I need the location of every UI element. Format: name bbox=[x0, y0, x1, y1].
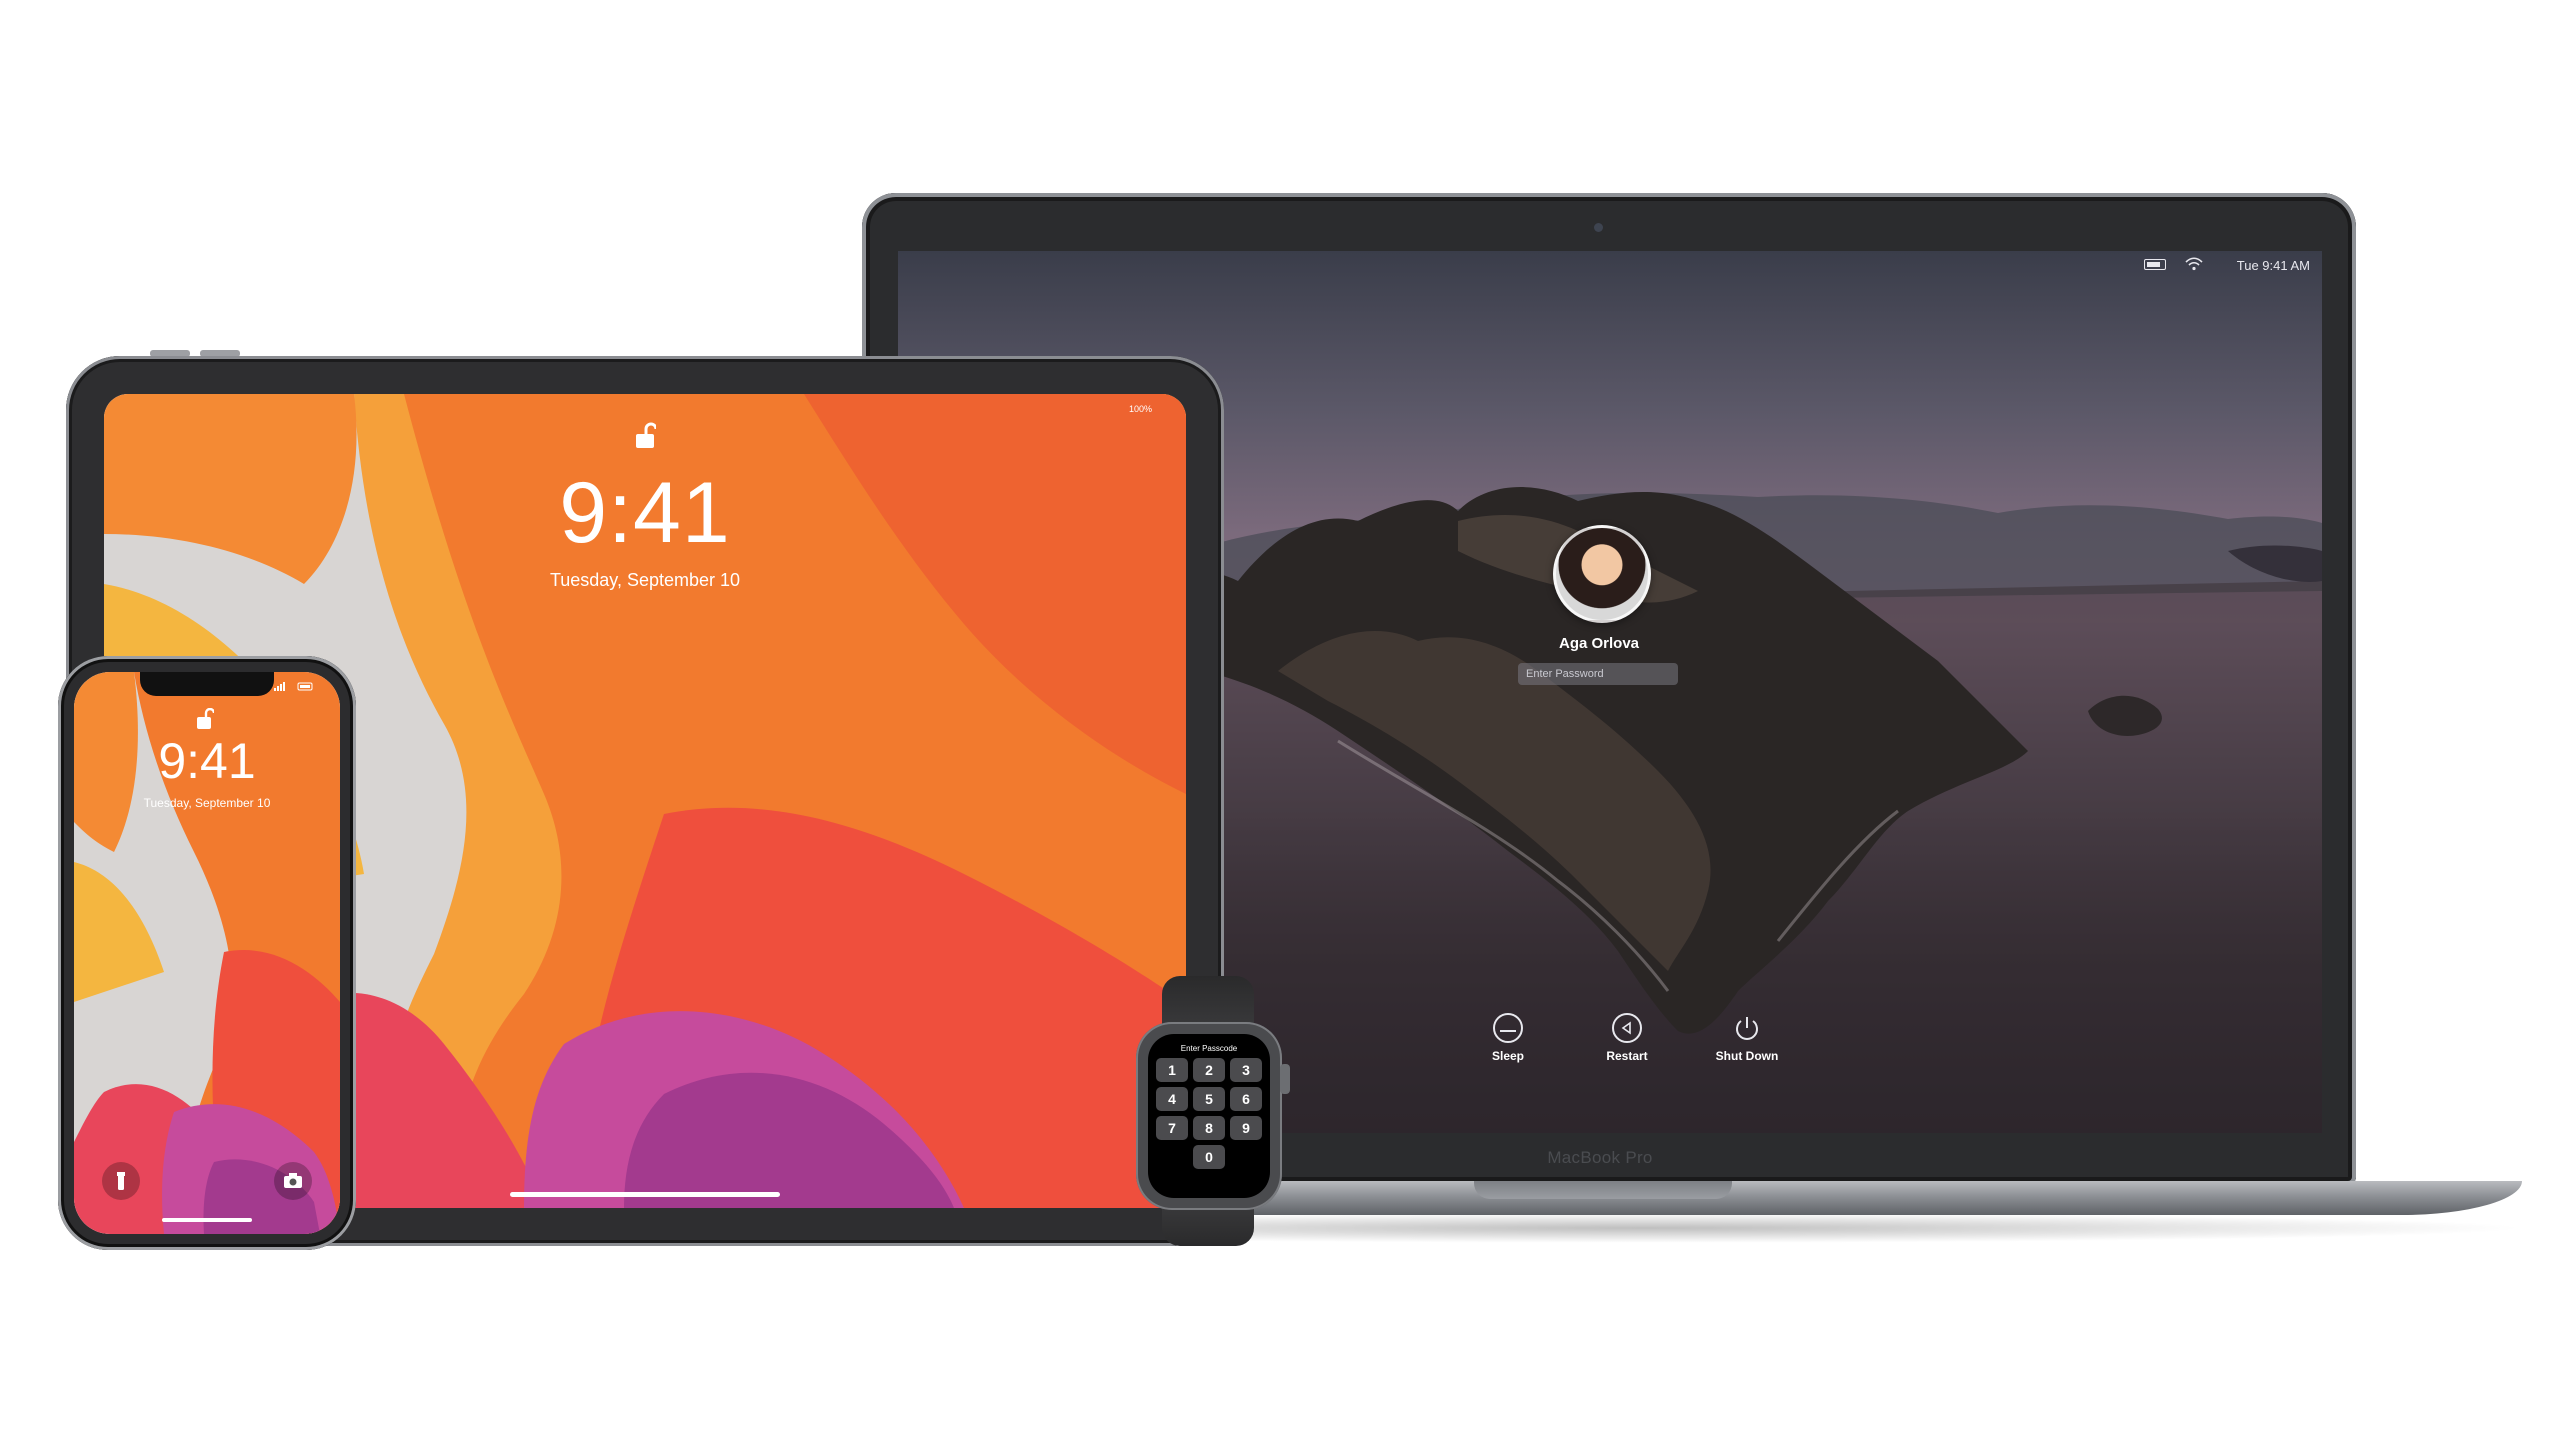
flashlight-button[interactable] bbox=[102, 1162, 140, 1200]
iphone-lock-screen: 9:41 Tuesday, September 10 bbox=[74, 672, 340, 1234]
keypad-key-2[interactable]: 2 bbox=[1193, 1058, 1225, 1082]
keypad-key-5[interactable]: 5 bbox=[1193, 1087, 1225, 1111]
unlocked-padlock-icon bbox=[197, 708, 214, 729]
sleep-button[interactable]: Sleep bbox=[1463, 1013, 1553, 1063]
keypad-key-4[interactable]: 4 bbox=[1156, 1087, 1188, 1111]
iphone-date: Tuesday, September 10 bbox=[143, 796, 271, 810]
camera-button[interactable] bbox=[274, 1162, 312, 1200]
signal-wifi-battery-icon bbox=[274, 682, 313, 691]
watch-passcode-screen: Enter Passcode 1 2 3 4 5 6 7 8 9 0 bbox=[1148, 1034, 1270, 1198]
restart-icon bbox=[1612, 1013, 1642, 1043]
keypad-key-1[interactable]: 1 bbox=[1156, 1058, 1188, 1082]
keypad-key-8[interactable]: 8 bbox=[1193, 1116, 1225, 1140]
keypad-key-9[interactable]: 9 bbox=[1230, 1116, 1262, 1140]
keypad-key-7[interactable]: 7 bbox=[1156, 1116, 1188, 1140]
keypad-key-0[interactable]: 0 bbox=[1193, 1145, 1225, 1169]
macbook-camera bbox=[1594, 223, 1603, 232]
ipad-status-bar: 100% bbox=[1128, 404, 1152, 414]
user-avatar[interactable] bbox=[1553, 525, 1651, 623]
ipad-clock: 9:41 bbox=[559, 465, 731, 561]
camera-icon bbox=[284, 1173, 302, 1188]
restart-button[interactable]: Restart bbox=[1582, 1013, 1672, 1063]
menubar-clock[interactable]: Tue 9:41 AM bbox=[2220, 258, 2310, 273]
macbook-opening-notch bbox=[1474, 1181, 1732, 1199]
keypad-key-3[interactable]: 3 bbox=[1230, 1058, 1262, 1082]
macbook-brand-label: MacBook Pro bbox=[1547, 1148, 1653, 1167]
user-name: Aga Orlova bbox=[1558, 635, 1640, 652]
power-icon bbox=[1732, 1013, 1762, 1043]
ipad-date: Tuesday, September 10 bbox=[549, 570, 741, 590]
sleep-label: Sleep bbox=[1491, 1049, 1524, 1063]
iphone-clock: 9:41 bbox=[158, 733, 256, 789]
sleep-icon bbox=[1493, 1013, 1523, 1043]
keypad-key-6[interactable]: 6 bbox=[1230, 1087, 1262, 1111]
iphone-home-indicator[interactable] bbox=[162, 1218, 252, 1222]
password-field[interactable] bbox=[1518, 663, 1678, 685]
ipad-home-indicator[interactable] bbox=[510, 1192, 780, 1197]
battery-icon bbox=[2144, 259, 2166, 270]
restart-label: Restart bbox=[1606, 1049, 1648, 1063]
shutdown-button[interactable]: Shut Down bbox=[1702, 1013, 1792, 1063]
flashlight-icon bbox=[117, 1172, 125, 1190]
watch-passcode-title: Enter Passcode bbox=[1180, 1044, 1238, 1053]
wifi-icon[interactable] bbox=[2184, 257, 2204, 271]
iphone-notch bbox=[140, 672, 274, 696]
shutdown-label: Shut Down bbox=[1715, 1049, 1779, 1063]
unlocked-padlock-icon bbox=[636, 422, 656, 448]
watch-digital-crown[interactable] bbox=[1280, 1064, 1290, 1094]
